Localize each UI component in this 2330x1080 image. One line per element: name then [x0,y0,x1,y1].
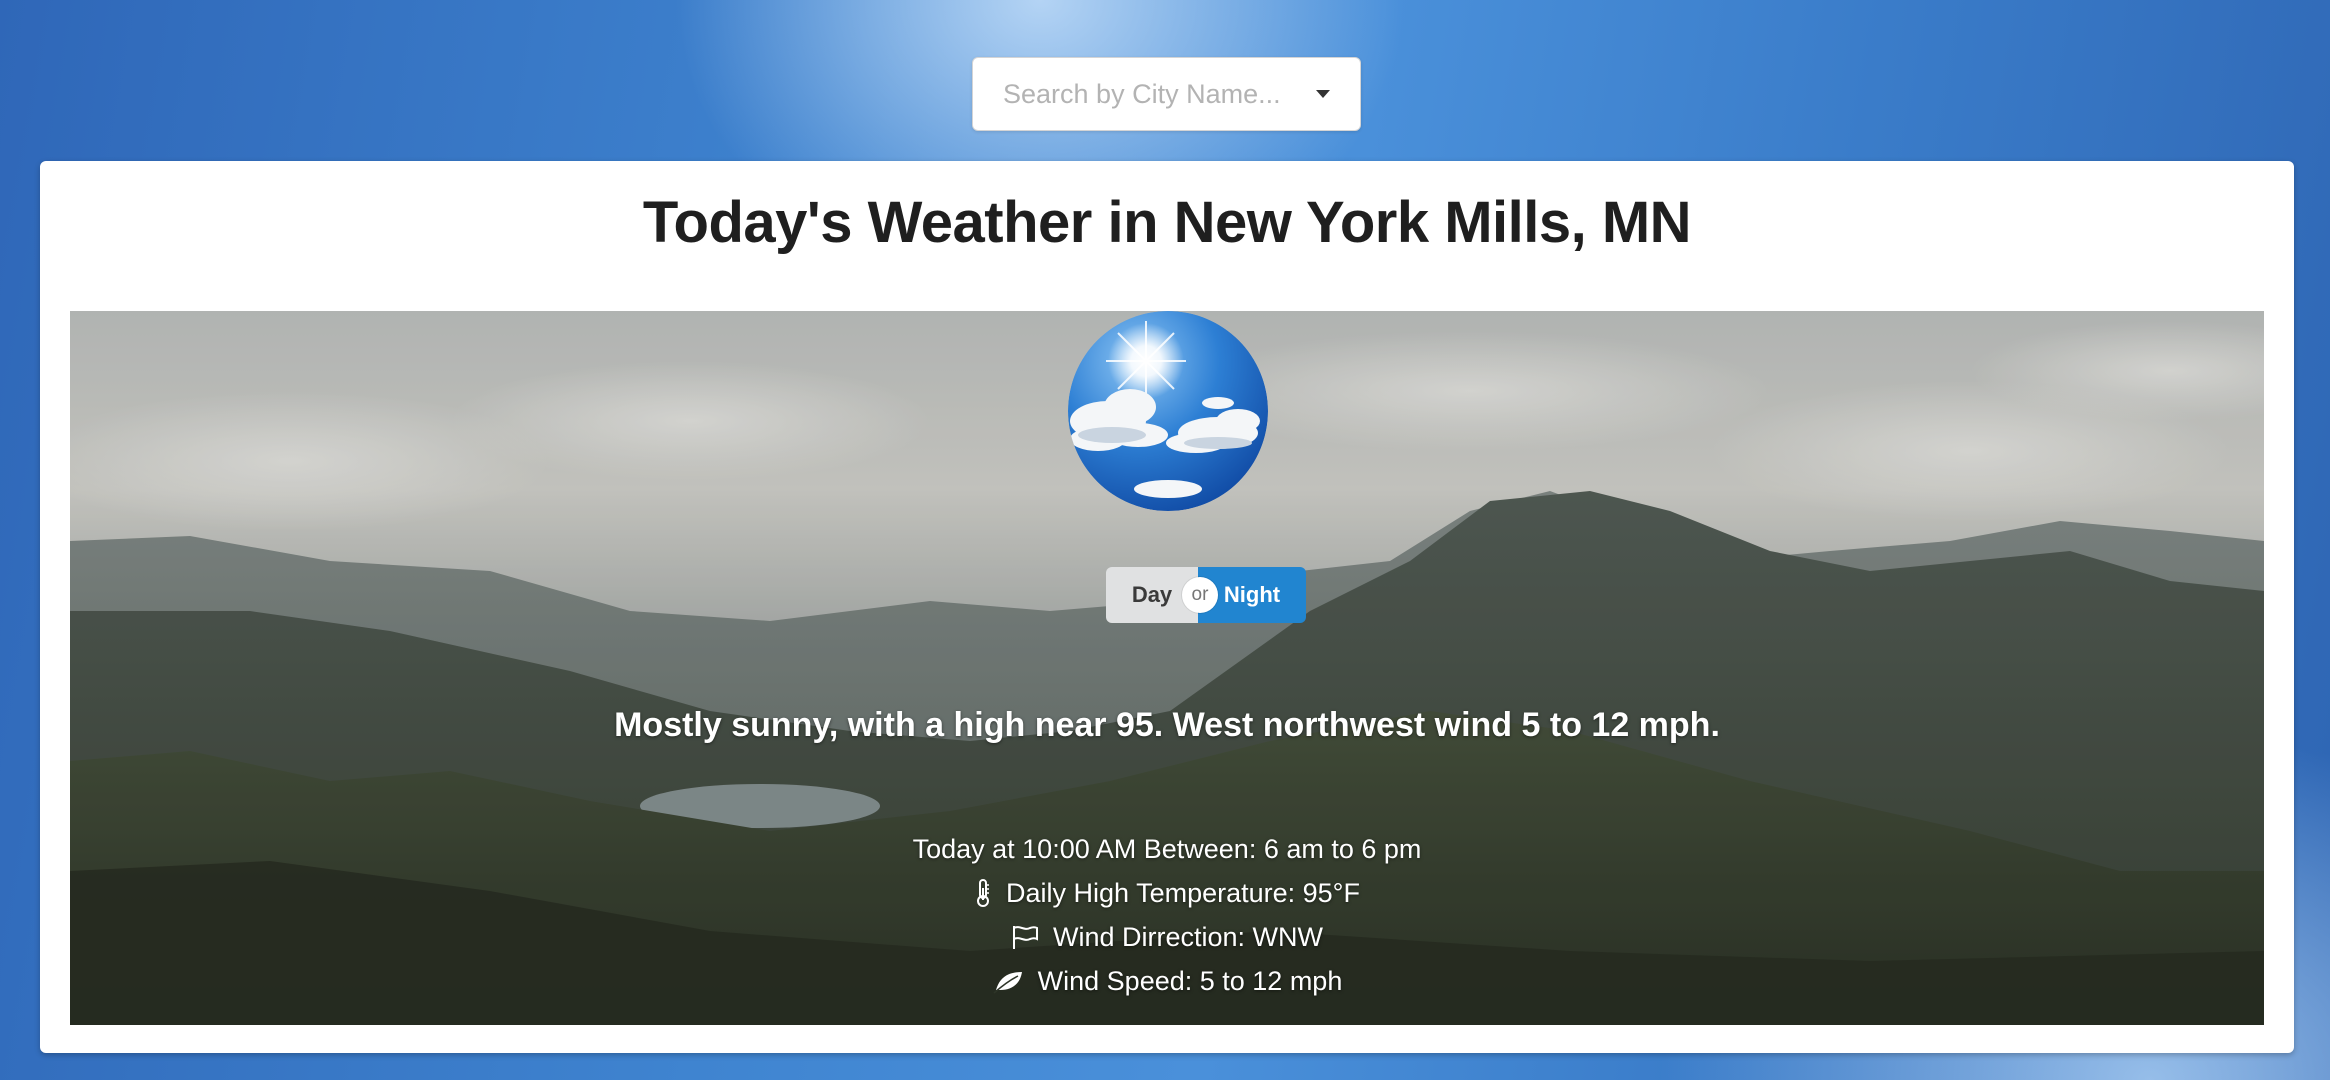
weather-card: Today's Weather in New York Mills, MN Da… [40,161,2294,1053]
wind-speed-text: Wind Speed: 5 to 12 mph [1037,966,1343,996]
temperature-text: Daily High Temperature: 95°F [1006,878,1360,908]
thermometer-icon [977,879,990,907]
day-night-toggle: Day Night or [1106,567,1306,623]
wind-direction-row: Wind Dirrection: WNW [70,915,2264,959]
dropdown-caret-icon[interactable] [1316,90,1330,98]
wind-direction-text: Wind Dirrection: WNW [1052,922,1323,952]
toggle-or-label: or [1182,577,1218,613]
wind-speed-row: Wind Speed: 5 to 12 mph [70,959,2264,1003]
leaf-icon [993,972,1022,994]
flag-icon [1012,926,1038,949]
search-placeholder: Search by City Name... [1003,78,1281,109]
weather-details: Today at 10:00 AM Between: 6 am to 6 pm … [70,827,2264,1003]
time-row: Today at 10:00 AM Between: 6 am to 6 pm [70,827,2264,871]
page-title: Today's Weather in New York Mills, MN [642,190,1692,255]
temperature-row: Daily High Temperature: 95°F [70,871,2264,915]
time-text: Today at 10:00 AM Between: 6 am to 6 pm [912,834,1422,864]
forecast-summary: Mostly sunny, with a high near 95. West … [614,706,1720,744]
weather-hero-panel: Day Night or Mostly sunny, with a high n… [70,311,2264,1025]
city-search-dropdown[interactable]: Search by City Name... [972,57,1361,131]
sunny-sky-icon [1068,311,1268,511]
